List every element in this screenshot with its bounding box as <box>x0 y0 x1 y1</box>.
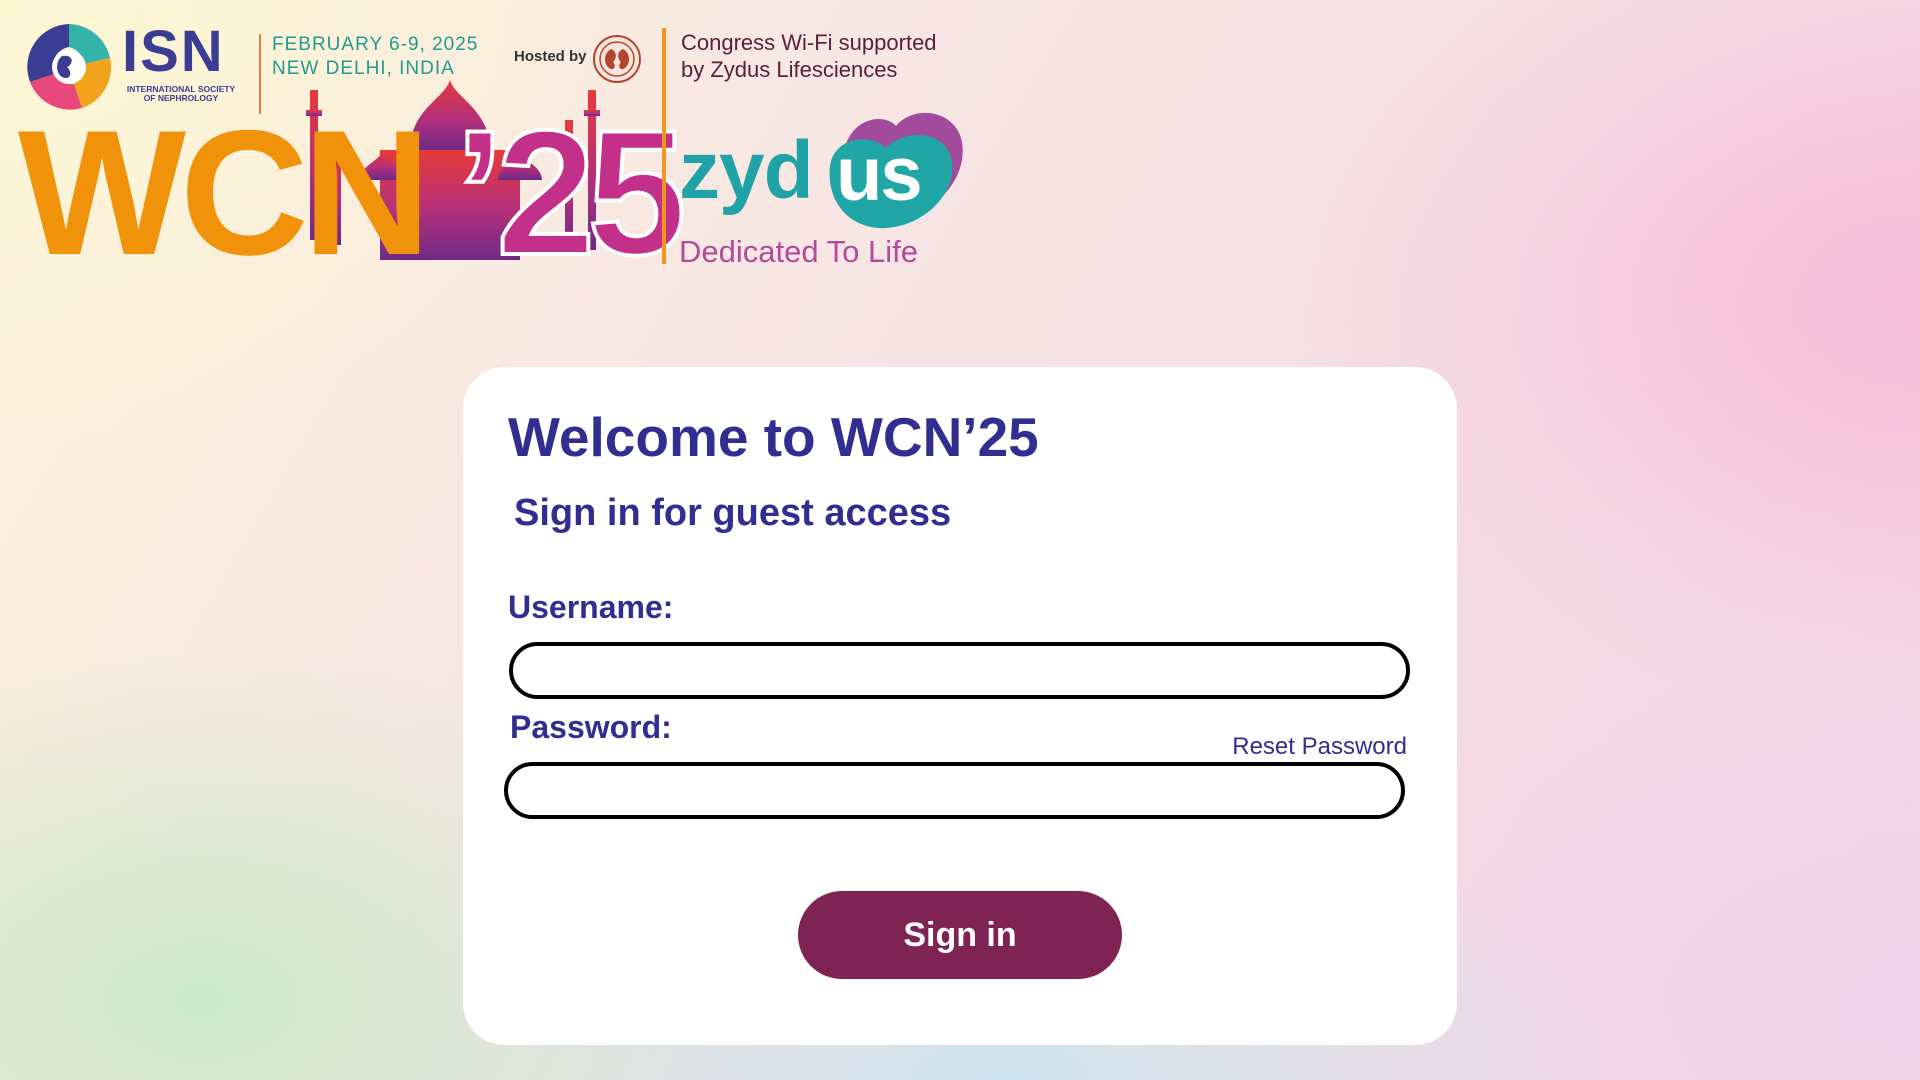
kidney-host-icon <box>593 35 641 83</box>
username-label: Username: <box>508 589 674 625</box>
wifi-sponsor-line2: by Zydus Lifesciences <box>681 57 898 82</box>
wifi-sponsor-line1: Congress Wi-Fi supported <box>681 30 937 55</box>
reset-password-link[interactable]: Reset Password <box>1232 733 1407 761</box>
event-date: FEBRUARY 6-9, 2025 <box>272 34 479 55</box>
password-input[interactable] <box>504 762 1405 819</box>
page-subtitle: Sign in for guest access <box>514 492 952 534</box>
username-input[interactable] <box>509 642 1410 699</box>
hosted-by-label: Hosted by <box>514 48 587 65</box>
sponsor-divider <box>662 28 666 264</box>
event-header: ISN INTERNATIONAL SOCIETY OF NEPHROLOGY … <box>0 0 1000 292</box>
wcn-logo-text: WCN <box>18 93 431 292</box>
zydus-logo-text-us: us <box>836 132 923 217</box>
password-label: Password: <box>510 709 672 745</box>
wcn-logo-year: ’25 <box>453 93 688 292</box>
event-location: NEW DELHI, INDIA <box>272 58 455 79</box>
zydus-logo-text: zyd <box>679 125 814 216</box>
isn-logo-text: ISN <box>122 19 225 84</box>
page-title: Welcome to WCN’25 <box>508 406 1039 468</box>
zydus-tagline: Dedicated To Life <box>679 234 918 269</box>
sign-in-button[interactable]: Sign in <box>798 891 1122 979</box>
login-card: Welcome to WCN’25 Sign in for guest acce… <box>463 367 1457 1045</box>
